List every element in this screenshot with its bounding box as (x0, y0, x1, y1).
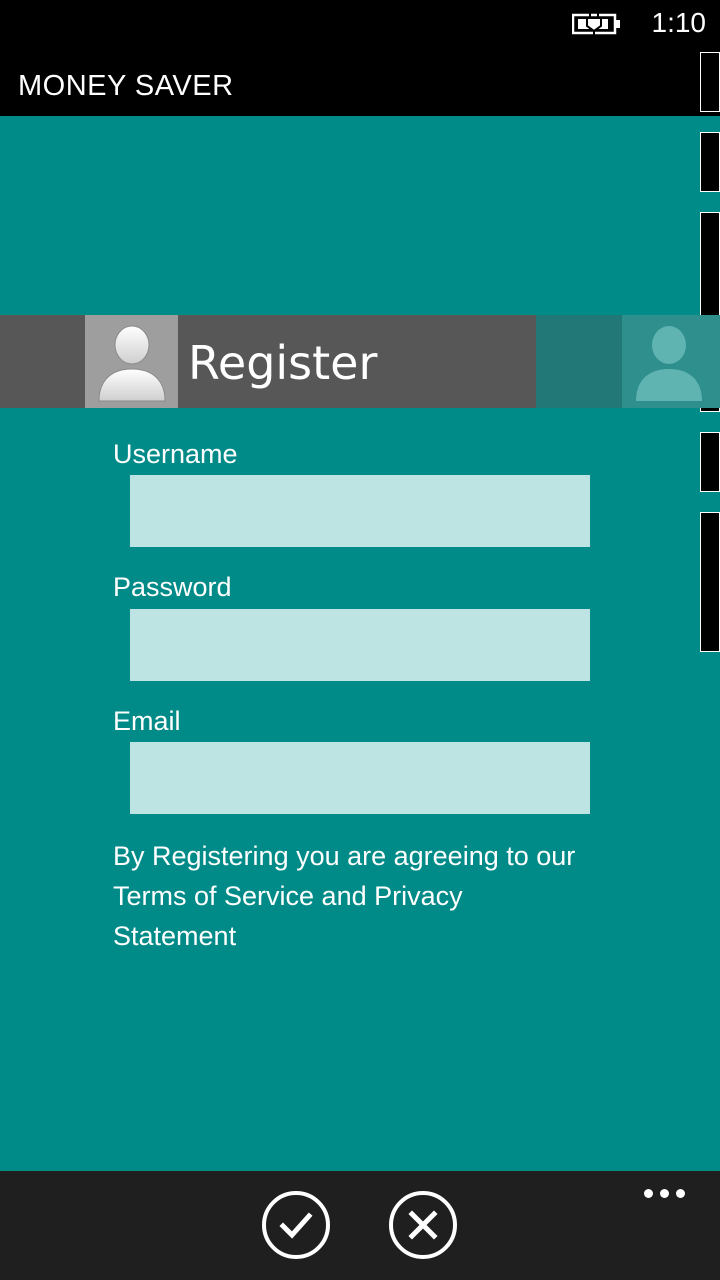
confirm-button[interactable] (262, 1191, 330, 1259)
app-header: MONEY SAVER (0, 52, 720, 116)
password-field[interactable] (130, 609, 590, 681)
battery-charging-icon (572, 12, 620, 36)
check-icon (279, 1212, 313, 1239)
app-title: MONEY SAVER (18, 70, 234, 102)
ellipsis-icon[interactable] (644, 1189, 688, 1199)
application-bar (0, 1171, 720, 1280)
pivot-header: Register (0, 315, 720, 408)
clock: 1:10 (651, 7, 707, 38)
terms-text: By Registering you are agreeing to our T… (113, 841, 576, 951)
page-title: Register (188, 336, 378, 390)
cancel-button[interactable] (389, 1191, 457, 1259)
user-avatar-icon (85, 315, 178, 408)
password-label: Password (113, 572, 232, 602)
user-avatar-icon-next[interactable] (622, 315, 720, 408)
status-bar: 1:10 (0, 0, 720, 52)
username-field[interactable] (130, 475, 590, 547)
username-label: Username (113, 439, 238, 469)
email-label: Email (113, 706, 181, 736)
email-field[interactable] (130, 742, 590, 814)
close-icon (408, 1210, 438, 1240)
